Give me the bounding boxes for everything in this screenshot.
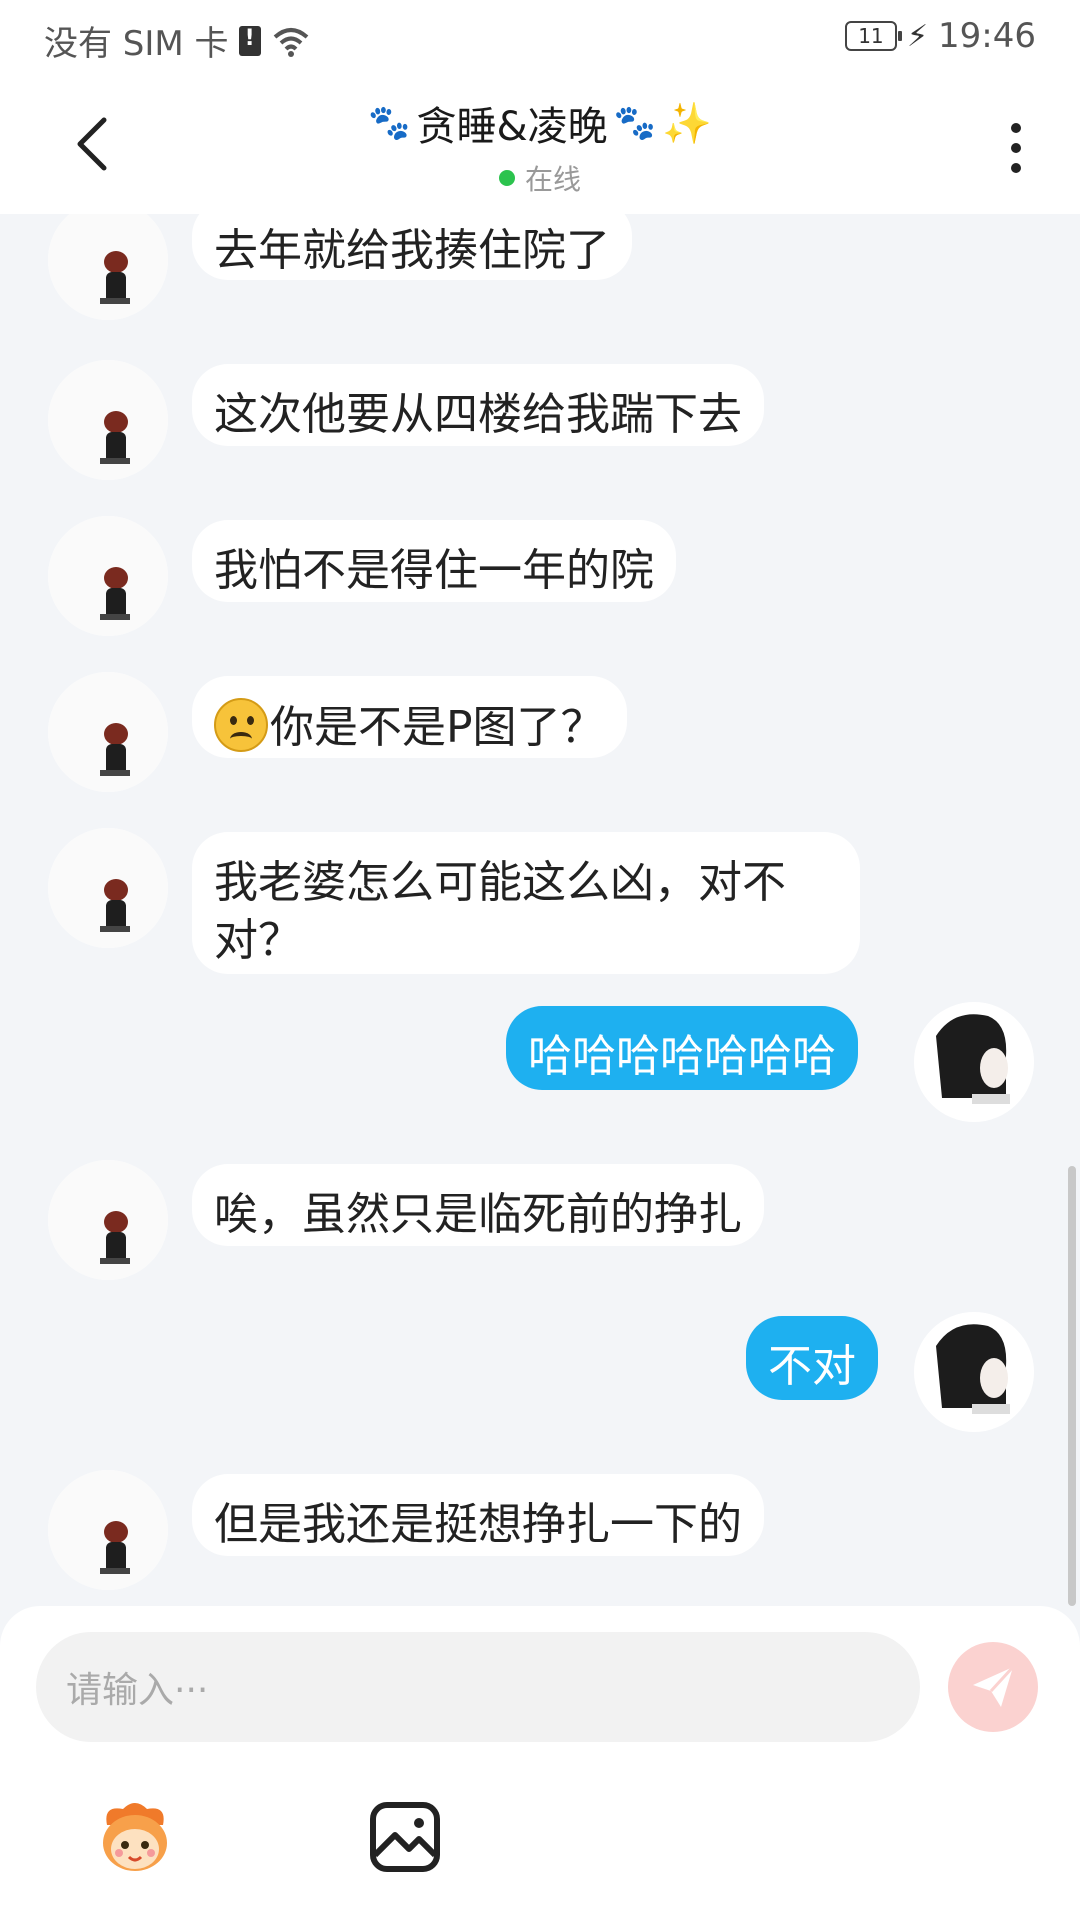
mascot-sticker-icon [103, 1803, 167, 1871]
clock: 19:46 [938, 16, 1036, 56]
more-vertical-icon [1011, 163, 1021, 173]
frowning-face-icon [214, 698, 268, 752]
input-placeholder: 请输入··· [66, 1670, 209, 1711]
contact-avatar[interactable] [48, 516, 168, 636]
contact-avatar[interactable] [48, 214, 168, 320]
paw-icon: 🐾 [613, 103, 657, 143]
incoming-message-bubble[interactable]: 但是我还是挺想挣扎一下的 [192, 1474, 764, 1556]
user-avatar[interactable] [914, 1002, 1034, 1122]
battery-icon: 11 [844, 21, 902, 51]
incoming-message-bubble[interactable]: 去年就给我揍住院了 [192, 214, 632, 280]
incoming-message-bubble[interactable]: 这次他要从四楼给我踹下去 [192, 364, 764, 446]
contact-avatar[interactable] [48, 828, 168, 948]
more-vertical-icon [1011, 123, 1021, 133]
message-input[interactable]: 请输入··· [36, 1632, 920, 1742]
sim-alert-icon [238, 25, 261, 56]
contact-avatar[interactable] [48, 672, 168, 792]
online-status: 在线 [498, 158, 581, 198]
composer: 请输入··· [0, 1606, 1080, 1920]
paw-icon: 🐾 [368, 103, 411, 143]
user-avatar[interactable] [914, 1312, 1034, 1432]
chat-header: 🐾 贪睡&凌晚 🐾 ✨ 在线 [0, 76, 1080, 214]
status-right: 11 ⚡ 19:46 [844, 16, 1036, 56]
more-vertical-icon [1011, 143, 1021, 153]
send-button[interactable] [948, 1642, 1038, 1732]
message-list[interactable]: 去年就给我揍住院了 这次他要从四楼给我踹下去 我怕不是得住一年的院 你是不是P图… [0, 214, 1080, 1606]
online-dot-icon [498, 170, 515, 186]
status-left: 没有 SIM 卡 [44, 16, 311, 65]
paper-plane-icon [973, 1665, 1015, 1707]
carrier-text: 没有 SIM 卡 [44, 24, 229, 64]
outgoing-message-bubble[interactable]: 哈哈哈哈哈哈哈 [506, 1006, 858, 1090]
wifi-icon [273, 27, 308, 57]
incoming-message-bubble[interactable]: 我怕不是得住一年的院 [192, 520, 676, 602]
image-button[interactable] [360, 1792, 450, 1882]
message-text: 你是不是P图了？ [270, 702, 605, 753]
outgoing-message-bubble[interactable]: 不对 [746, 1316, 878, 1400]
contact-avatar[interactable] [48, 360, 168, 480]
online-status-text: 在线 [524, 163, 581, 196]
contact-avatar[interactable] [48, 1470, 168, 1590]
title-block: 🐾 贪睡&凌晚 🐾 ✨ 在线 [0, 94, 1080, 198]
charging-icon: ⚡ [906, 18, 929, 54]
contact-name: 贪睡&凌晚 [416, 104, 608, 150]
page-title: 🐾 贪睡&凌晚 🐾 ✨ [368, 94, 712, 152]
incoming-message-bubble[interactable]: 你是不是P图了？ [192, 676, 627, 758]
image-icon [370, 1802, 440, 1872]
status-bar: 没有 SIM 卡 11 ⚡ 19:46 [0, 0, 1080, 76]
more-button[interactable] [992, 116, 1040, 180]
contact-avatar[interactable] [48, 1160, 168, 1280]
incoming-message-bubble[interactable]: 我老婆怎么可能这么凶，对不 对？ [192, 832, 860, 974]
sparkle-icon: ✨ [662, 100, 712, 147]
incoming-message-bubble[interactable]: 唉，虽然只是临死前的挣扎 [192, 1164, 764, 1246]
scrollbar[interactable] [1068, 1166, 1076, 1606]
sticker-button[interactable] [90, 1792, 180, 1882]
